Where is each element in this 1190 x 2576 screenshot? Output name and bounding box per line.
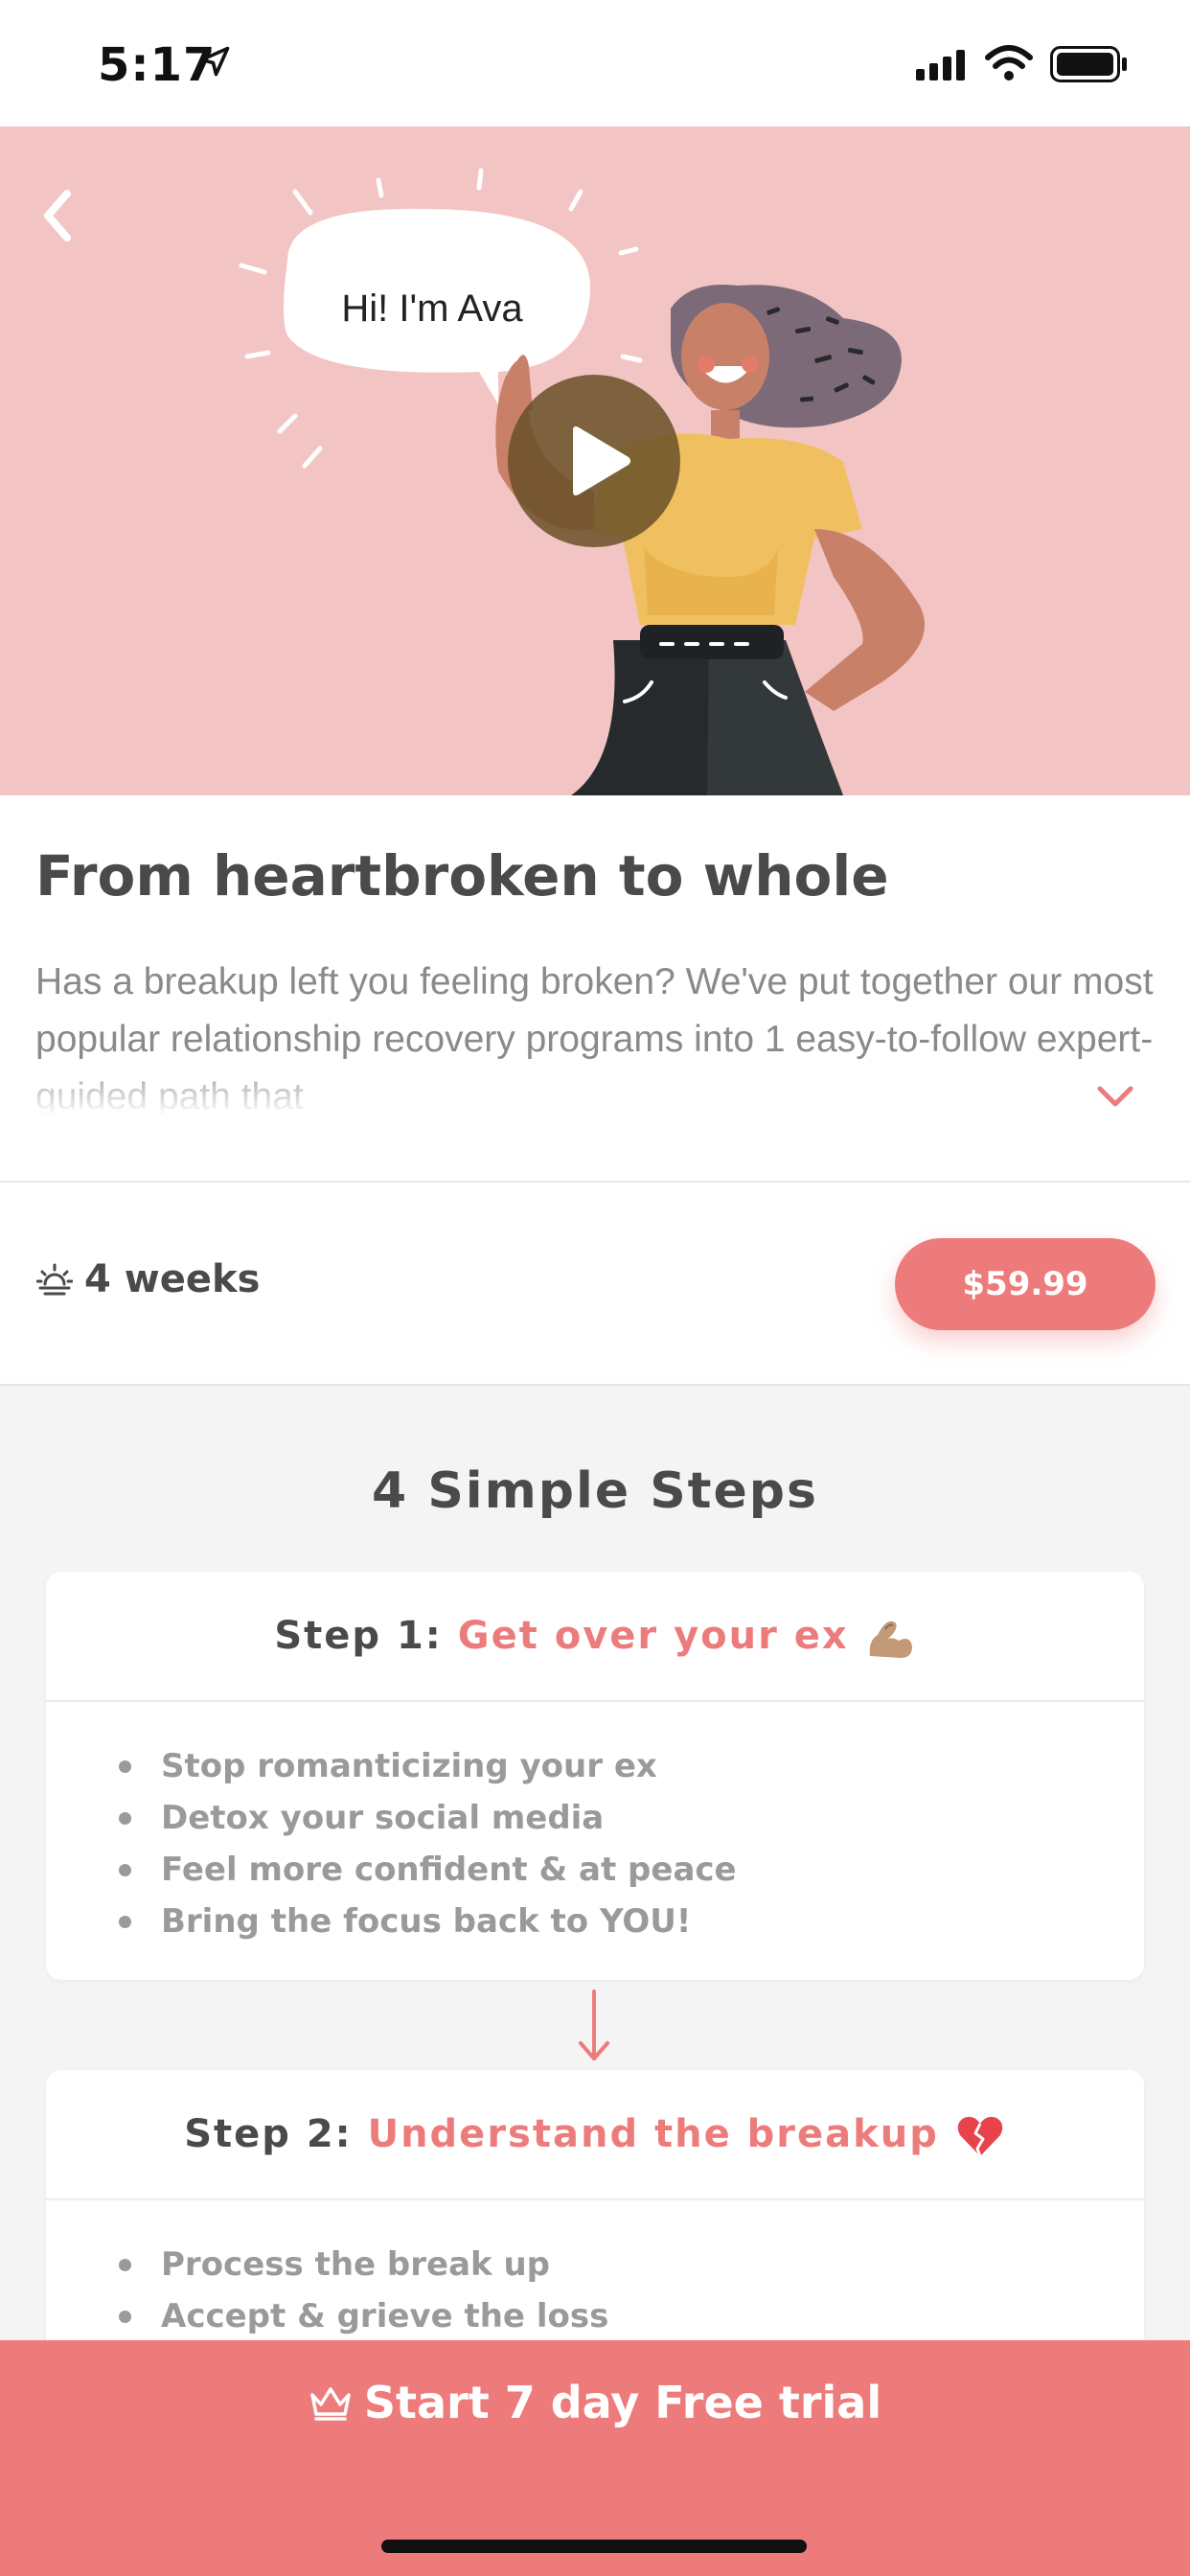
program-duration: 4 weeks	[84, 1257, 261, 1301]
play-icon	[573, 426, 630, 495]
list-item: Accept & grieve the loss	[119, 2290, 1144, 2342]
step-card: Step 1: Get over your ex Stop romanticiz…	[46, 1572, 1144, 1980]
step-bullets: Stop romanticizing your ex Detox your so…	[46, 1702, 1144, 1976]
list-item: Bring the focus back to YOU!	[119, 1896, 1144, 1947]
location-arrow-icon	[199, 46, 230, 77]
start-trial-content: Start 7 day Free trial	[0, 2377, 1190, 2428]
broken-heart-icon	[957, 2116, 1003, 2157]
crown-icon	[310, 2387, 351, 2421]
play-video-button[interactable]	[508, 375, 680, 547]
description-fade	[35, 1059, 1156, 1121]
price-button[interactable]: $59.99	[895, 1238, 1156, 1330]
list-item: Stop romanticizing your ex	[119, 1740, 1144, 1792]
wifi-icon	[985, 45, 1033, 80]
arrow-down-icon	[579, 1990, 609, 2060]
battery-icon	[1050, 46, 1127, 82]
home-indicator[interactable]	[381, 2540, 807, 2553]
hero-banner: Hi! I'm Ava	[0, 126, 1190, 795]
start-trial-button[interactable]: Start 7 day Free trial	[0, 2340, 1190, 2576]
step-label: Step 2:	[184, 2112, 353, 2156]
steps-heading: 4 Simple Steps	[372, 1462, 818, 1520]
chevron-down-icon[interactable]	[1094, 1081, 1136, 1110]
list-item: Detox your social media	[119, 1792, 1144, 1844]
flexed-biceps-icon	[869, 1621, 912, 1658]
sunrise-icon	[36, 1263, 73, 1296]
start-trial-label: Start 7 day Free trial	[363, 2377, 882, 2428]
steps-section: 4 Simple Steps Step 1: Get over your ex …	[0, 1386, 1190, 2453]
step-card-header: Step 1: Get over your ex	[46, 1572, 1144, 1702]
program-description: Has a breakup left you feeling broken? W…	[35, 954, 1156, 1121]
program-meta-row: 4 weeks $59.99	[0, 1183, 1190, 1384]
speech-bubble-text: Hi! I'm Ava	[341, 288, 523, 330]
list-item: Feel more confident & at peace	[119, 1844, 1144, 1896]
list-item: Process the break up	[119, 2239, 1144, 2290]
step-card-header: Step 2: Understand the breakup	[46, 2070, 1144, 2200]
back-chevron-icon[interactable]	[34, 182, 82, 249]
step-title: Understand the breakup	[367, 2112, 939, 2156]
step-label: Step 1:	[274, 1614, 443, 1658]
cellular-signal-icon	[916, 50, 965, 80]
status-bar: 5:17	[0, 0, 1190, 126]
step-title: Get over your ex	[457, 1614, 849, 1658]
program-title: From heartbroken to whole	[35, 843, 889, 908]
